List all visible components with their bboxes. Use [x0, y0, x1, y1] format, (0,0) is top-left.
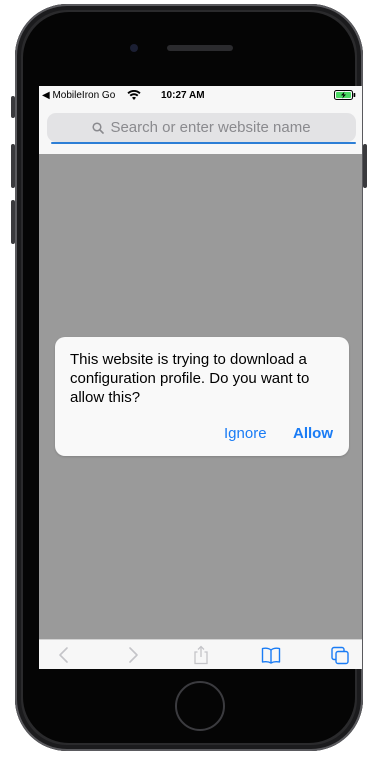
- home-button[interactable]: [175, 681, 225, 731]
- screen: ◀ MobileIron Go 10:27 AM Search or enter…: [39, 86, 362, 669]
- page-load-progress: [51, 142, 356, 144]
- alert-message: This website is trying to download a con…: [70, 351, 310, 406]
- power-button: [363, 144, 367, 188]
- search-icon: [92, 121, 105, 134]
- status-time: 10:27 AM: [161, 90, 205, 101]
- wifi-icon: [127, 89, 141, 100]
- earpiece-speaker: [167, 45, 233, 51]
- safari-toolbar: [39, 639, 362, 669]
- search-input[interactable]: Search or enter website name: [47, 113, 356, 142]
- back-to-app-link[interactable]: ◀ MobileIron Go: [42, 90, 115, 101]
- address-bar-area: Search or enter website name: [39, 106, 362, 154]
- tabs-icon[interactable]: [329, 645, 351, 665]
- volume-up-button: [11, 144, 15, 188]
- share-icon[interactable]: [190, 645, 212, 665]
- bookmarks-icon[interactable]: [260, 645, 282, 665]
- battery-charging-icon: [334, 90, 356, 100]
- mute-switch: [11, 96, 15, 118]
- profile-download-alert: This website is trying to download a con…: [55, 337, 349, 456]
- ignore-button[interactable]: Ignore: [224, 425, 267, 442]
- search-placeholder: Search or enter website name: [110, 119, 311, 136]
- back-icon[interactable]: [53, 645, 75, 665]
- front-camera: [130, 44, 138, 52]
- volume-down-button: [11, 200, 15, 244]
- forward-icon[interactable]: [122, 645, 144, 665]
- status-bar: ◀ MobileIron Go 10:27 AM: [39, 86, 362, 106]
- allow-button[interactable]: Allow: [293, 425, 333, 442]
